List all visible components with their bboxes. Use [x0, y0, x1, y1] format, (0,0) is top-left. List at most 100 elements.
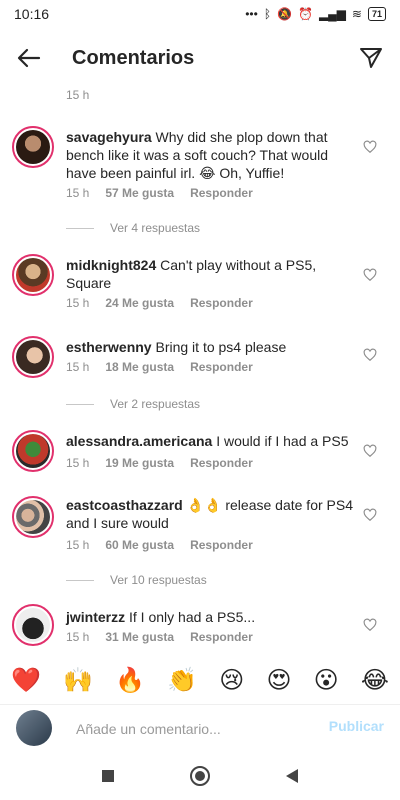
avatar-image: [16, 500, 50, 534]
comment-time: 15 h: [66, 360, 90, 374]
view-replies-button[interactable]: Ver 4 respuestas: [66, 221, 200, 235]
reply-button[interactable]: Responder: [190, 296, 253, 310]
avatar-image: [16, 340, 50, 374]
avatar[interactable]: [12, 496, 54, 538]
comment-meta: 15 h 60 Me gusta Responder: [66, 538, 269, 552]
comment-text: jwinterzz If I only had a PS5...: [66, 608, 358, 626]
battery-icon: 71: [367, 7, 386, 21]
bluetooth-icon: ᛒ: [263, 7, 272, 21]
view-replies-button[interactable]: Ver 10 respuestas: [66, 573, 207, 587]
reply-button[interactable]: Responder: [190, 538, 253, 552]
replies-line: [66, 227, 94, 229]
home-button[interactable]: [189, 765, 211, 787]
emoji-reaction-bar: ❤️ 🙌 🔥 👏 😢 😍 😮 😂: [0, 660, 400, 700]
heart-emoji-button[interactable]: ❤️: [11, 666, 41, 695]
app-header: Comentarios: [0, 34, 400, 82]
replies-line: [66, 403, 94, 405]
comment-composer: Publicar: [0, 708, 400, 748]
avatar[interactable]: [12, 430, 54, 472]
comment-likes[interactable]: 18 Me gusta: [105, 360, 174, 374]
avatar[interactable]: [12, 254, 54, 296]
circle-icon: [190, 766, 210, 786]
comment-username[interactable]: estherwenny: [66, 339, 152, 355]
avatar: [16, 710, 52, 746]
mute-bell-icon: 🔕: [277, 7, 292, 21]
comment-text: midknight824 Can't play without a PS5, S…: [66, 256, 358, 292]
comment-text: alessandra.americana I would if I had a …: [66, 432, 358, 450]
recents-button[interactable]: [97, 765, 119, 787]
laughing-emoji-button[interactable]: 😂: [361, 666, 389, 695]
comment-text: estherwenny Bring it to ps4 please: [66, 338, 358, 356]
comment-meta: 15 h 19 Me gusta Responder: [66, 456, 269, 470]
view-replies-label: Ver 4 respuestas: [110, 221, 201, 235]
crying-emoji-button[interactable]: 😢: [219, 666, 244, 695]
comment-body: Bring it to ps4 please: [155, 339, 287, 355]
comment-input[interactable]: [74, 712, 328, 746]
view-replies-label: Ver 2 respuestas: [110, 397, 201, 411]
signal-icon: ▂▄▆: [318, 7, 346, 21]
back-nav-button[interactable]: [281, 765, 303, 787]
avatar-image: [16, 258, 50, 292]
view-replies-button[interactable]: Ver 2 respuestas: [66, 397, 200, 411]
avatar-image: [16, 608, 50, 642]
avatar-image: [16, 434, 50, 468]
back-button[interactable]: [14, 43, 44, 73]
like-heart-icon[interactable]: [363, 508, 377, 522]
avatar[interactable]: [12, 604, 54, 646]
comment-body: If I only had a PS5...: [129, 609, 256, 625]
square-icon: [102, 770, 114, 782]
system-nav-bar: [0, 752, 400, 800]
comment-meta: 15 h 31 Me gusta Responder: [66, 630, 269, 644]
publish-button[interactable]: Publicar: [329, 718, 384, 734]
alarm-icon: ⏰: [298, 7, 313, 21]
comment-time: 15 h: [66, 296, 90, 310]
comment-likes[interactable]: 31 Me gusta: [105, 630, 174, 644]
comment-meta: 15 h 57 Me gusta Responder: [66, 186, 269, 200]
paper-plane-icon: [360, 48, 382, 68]
comment-likes[interactable]: 57 Me gusta: [105, 186, 174, 200]
avatar[interactable]: [12, 126, 54, 168]
comment-time: 15 h: [66, 456, 90, 470]
comment-username[interactable]: eastcoasthazzard: [66, 497, 183, 513]
comment-username[interactable]: midknight824: [66, 257, 156, 273]
reply-button[interactable]: Responder: [190, 360, 253, 374]
raised-hands-emoji-button[interactable]: 🙌: [63, 666, 93, 695]
like-heart-icon[interactable]: [363, 140, 377, 154]
comment-likes[interactable]: 24 Me gusta: [105, 296, 174, 310]
comment-meta: 15 h 24 Me gusta Responder: [66, 296, 269, 310]
like-heart-icon[interactable]: [363, 444, 377, 458]
comment-meta: 15 h 18 Me gusta Responder: [66, 360, 269, 374]
status-icons: ••• ᛒ 🔕 ⏰ ▂▄▆ ≋ 71: [245, 7, 386, 21]
comment-likes[interactable]: 60 Me gusta: [105, 538, 174, 552]
comment-username[interactable]: jwinterzz: [66, 609, 125, 625]
comment-text: eastcoasthazzard 👌👌 release date for PS4…: [66, 496, 358, 532]
page-title: Comentarios: [72, 46, 195, 69]
reply-button[interactable]: Responder: [190, 186, 253, 200]
reply-button[interactable]: Responder: [190, 456, 253, 470]
comment-likes[interactable]: 19 Me gusta: [105, 456, 174, 470]
status-bar: 10:16 ••• ᛒ 🔕 ⏰ ▂▄▆ ≋ 71: [0, 0, 400, 28]
like-heart-icon[interactable]: [363, 618, 377, 632]
comment-time: 15 h: [66, 538, 90, 552]
triangle-back-icon: [286, 769, 298, 783]
clap-emoji-button[interactable]: 👏: [167, 666, 197, 695]
replies-line: [66, 579, 94, 581]
comment-username[interactable]: savagehyura: [66, 129, 152, 145]
avatar[interactable]: [12, 336, 54, 378]
status-time: 10:16: [14, 6, 50, 22]
send-button[interactable]: [356, 43, 386, 73]
fire-emoji-button[interactable]: 🔥: [115, 666, 145, 695]
heart-eyes-emoji-button[interactable]: 😍: [266, 666, 291, 695]
post-time: 15 h: [66, 88, 90, 102]
comment-time: 15 h: [66, 186, 90, 200]
comment-time: 15 h: [66, 630, 90, 644]
comment-text: savagehyura Why did she plop down that b…: [66, 128, 358, 182]
divider: [0, 704, 400, 705]
like-heart-icon[interactable]: [363, 268, 377, 282]
comment-body: I would if I had a PS5: [216, 433, 349, 449]
view-replies-label: Ver 10 respuestas: [110, 573, 207, 587]
comment-username[interactable]: alessandra.americana: [66, 433, 212, 449]
reply-button[interactable]: Responder: [190, 630, 253, 644]
like-heart-icon[interactable]: [363, 348, 377, 362]
surprised-emoji-button[interactable]: 😮: [314, 666, 339, 695]
